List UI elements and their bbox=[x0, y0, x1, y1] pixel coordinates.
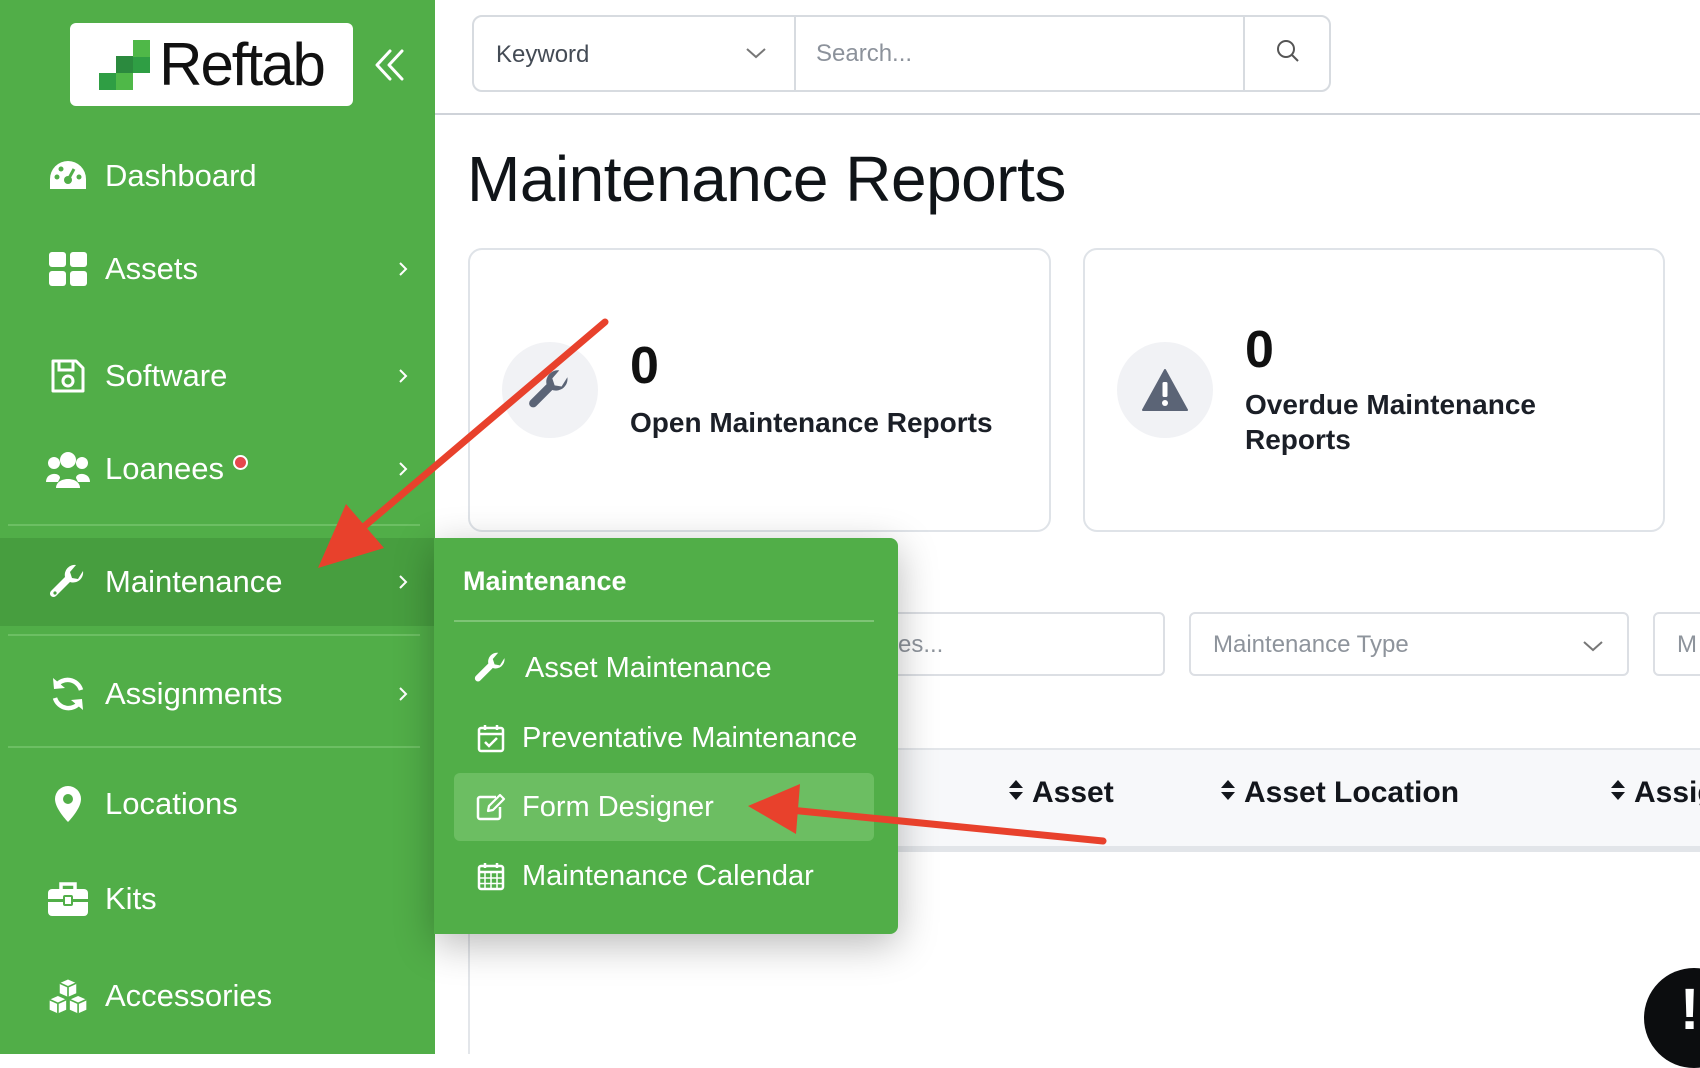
sidebar-divider bbox=[8, 634, 420, 636]
chevron-right-icon bbox=[395, 366, 411, 386]
search-input[interactable] bbox=[796, 17, 1243, 90]
stat-value: 0 bbox=[630, 337, 659, 395]
alert-button[interactable]: ! bbox=[1644, 968, 1700, 1068]
chevron-right-icon bbox=[395, 259, 411, 279]
menu-item-label: Form Designer bbox=[522, 790, 714, 823]
toolbox-icon bbox=[46, 879, 90, 919]
sort-icon bbox=[1008, 776, 1024, 810]
menu-item-maintenance-calendar[interactable]: Maintenance Calendar bbox=[454, 842, 874, 910]
filter-search-input[interactable]: es... bbox=[880, 612, 1165, 676]
floppy-disk-icon bbox=[46, 356, 90, 396]
sidebar-divider bbox=[8, 746, 420, 748]
sort-icon bbox=[1610, 776, 1626, 810]
menu-item-form-designer[interactable]: Form Designer bbox=[454, 773, 874, 841]
sidebar-item-label: Maintenance bbox=[105, 564, 283, 599]
sidebar: Reftab Dashboard Assets Software Loanees bbox=[0, 0, 435, 1054]
sidebar-item-locations[interactable]: Locations bbox=[0, 758, 435, 850]
search-button[interactable] bbox=[1243, 17, 1331, 90]
sidebar-item-label: Assets bbox=[105, 251, 199, 286]
edit-form-icon bbox=[472, 788, 510, 826]
menu-item-preventative-maintenance[interactable]: Preventative Maintenance bbox=[454, 704, 874, 772]
chevron-down-icon bbox=[744, 45, 768, 61]
filter-third-select[interactable]: M bbox=[1653, 612, 1700, 676]
sort-icon bbox=[1220, 776, 1236, 810]
calendar-check-icon bbox=[472, 719, 510, 757]
reftab-logo[interactable]: Reftab bbox=[70, 23, 353, 106]
search-type-value: Keyword bbox=[496, 41, 590, 68]
logo-mark-icon bbox=[99, 39, 153, 90]
stat-value: 0 bbox=[1245, 321, 1274, 379]
chevron-down-icon bbox=[1581, 638, 1605, 654]
sidebar-item-loanees[interactable]: Loanees bbox=[0, 423, 435, 515]
flyout-divider bbox=[454, 620, 874, 622]
chevron-right-icon bbox=[395, 572, 411, 592]
sidebar-item-kits[interactable]: Kits bbox=[0, 853, 435, 945]
stat-label: Open Maintenance Reports bbox=[630, 407, 993, 438]
maintenance-flyout-menu: Maintenance Asset Maintenance Preventati… bbox=[434, 538, 898, 934]
maintenance-type-select[interactable]: Maintenance Type bbox=[1189, 612, 1629, 676]
search-type-select[interactable]: Keyword bbox=[474, 17, 796, 90]
search-icon bbox=[1275, 38, 1301, 69]
menu-item-label: Preventative Maintenance bbox=[522, 721, 858, 754]
wrench-icon bbox=[502, 342, 598, 438]
flyout-title: Maintenance bbox=[463, 566, 627, 596]
topbar-divider bbox=[435, 113, 1700, 115]
filter-search-placeholder: es... bbox=[898, 631, 944, 658]
page-title: Maintenance Reports bbox=[467, 143, 1066, 215]
calendar-grid-icon bbox=[472, 857, 510, 895]
column-asset[interactable]: Asset bbox=[1008, 776, 1114, 810]
chevron-right-icon bbox=[395, 684, 411, 704]
sidebar-item-label: Dashboard bbox=[105, 158, 257, 193]
search-bar: Keyword bbox=[472, 15, 1331, 92]
collapse-sidebar-icon[interactable] bbox=[370, 45, 410, 85]
filter-third-placeholder: M bbox=[1677, 631, 1697, 658]
column-assignee[interactable]: Assig bbox=[1610, 776, 1700, 810]
warning-triangle-icon bbox=[1117, 342, 1213, 438]
sidebar-item-label: Kits bbox=[105, 881, 157, 916]
stat-card-open[interactable]: 0 Open Maintenance Reports bbox=[468, 248, 1051, 532]
sidebar-item-assignments[interactable]: Assignments bbox=[0, 648, 435, 740]
grid-icon bbox=[46, 249, 90, 289]
wrench-icon bbox=[472, 649, 510, 687]
stat-card-overdue[interactable]: 0 Overdue Maintenance Reports bbox=[1083, 248, 1665, 532]
menu-item-label: Asset Maintenance bbox=[525, 651, 772, 684]
notification-dot bbox=[233, 455, 248, 470]
sidebar-item-label: Assignments bbox=[105, 676, 283, 711]
users-icon bbox=[46, 449, 90, 489]
sidebar-item-assets[interactable]: Assets bbox=[0, 223, 435, 315]
sidebar-item-maintenance[interactable]: Maintenance bbox=[0, 538, 435, 626]
sidebar-item-accessories[interactable]: Accessories bbox=[0, 950, 435, 1042]
sidebar-item-label: Locations bbox=[105, 786, 238, 821]
column-label: Asset bbox=[1032, 776, 1114, 809]
menu-item-label: Maintenance Calendar bbox=[522, 859, 814, 892]
dashboard-gauge-icon bbox=[46, 156, 90, 196]
maintenance-type-placeholder: Maintenance Type bbox=[1213, 631, 1409, 658]
sidebar-item-label: Software bbox=[105, 358, 228, 393]
cubes-icon bbox=[46, 976, 90, 1016]
logo-text: Reftab bbox=[159, 31, 326, 98]
sidebar-item-software[interactable]: Software bbox=[0, 330, 435, 422]
column-label: Asset Location bbox=[1244, 776, 1460, 809]
sync-icon bbox=[46, 674, 90, 714]
map-pin-icon bbox=[46, 784, 90, 824]
sidebar-item-label: Accessories bbox=[105, 978, 273, 1013]
sidebar-divider bbox=[8, 524, 420, 526]
menu-item-asset-maintenance[interactable]: Asset Maintenance bbox=[454, 634, 874, 702]
exclamation-icon: ! bbox=[1680, 977, 1700, 1042]
wrench-icon bbox=[46, 562, 90, 602]
column-asset-location[interactable]: Asset Location bbox=[1220, 776, 1459, 810]
sidebar-item-label: Loanees bbox=[105, 451, 224, 486]
sidebar-item-dashboard[interactable]: Dashboard bbox=[0, 130, 435, 222]
column-label: Assig bbox=[1634, 776, 1700, 809]
stat-label: Overdue Maintenance Reports bbox=[1245, 389, 1536, 455]
chevron-right-icon bbox=[395, 459, 411, 479]
